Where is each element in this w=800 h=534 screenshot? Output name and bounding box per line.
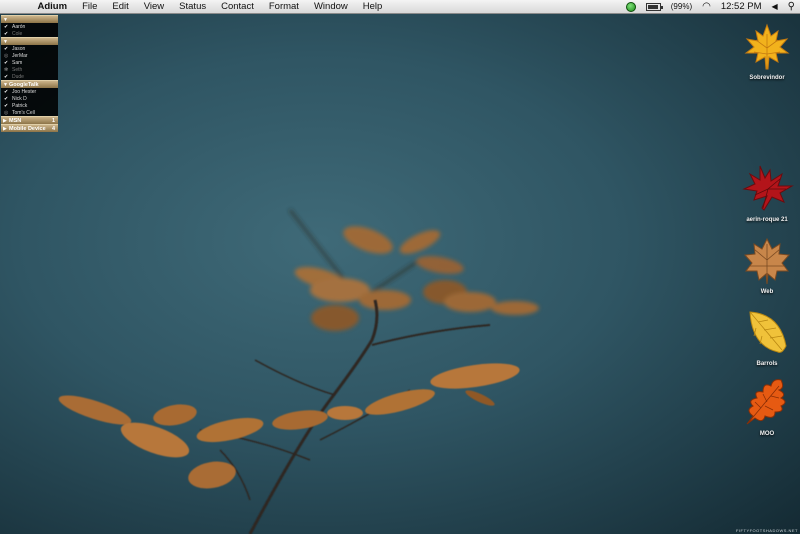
contact-group-header[interactable]: ▼ GoogleTalk — [1, 80, 58, 88]
volume-icon[interactable]: ◀ — [772, 0, 778, 14]
disclosure-triangle-icon[interactable]: ▼ — [3, 39, 9, 45]
group-name: GoogleTalk — [9, 81, 39, 88]
checkmark-icon: ✔ — [4, 73, 9, 80]
yellow-maple-leaf-icon — [744, 23, 790, 70]
menu-file[interactable]: File — [75, 0, 105, 14]
menu-extras: (99%) ◠ 12:52 PM ◀ ⚲ — [621, 0, 800, 14]
contact-name: Aarón — [12, 23, 26, 30]
contact-row[interactable]: ✔ Joo Hester — [1, 88, 58, 95]
contact-row[interactable]: ✔ Aarón — [1, 23, 58, 30]
desktop-icon-moo[interactable]: MOO — [737, 376, 797, 437]
contact-name: Patrick — [12, 102, 28, 109]
contact-row[interactable]: ✻ Seth — [1, 66, 58, 73]
contact-name: Cole — [12, 30, 23, 37]
desktop-icon-label: Sobrevindor — [749, 75, 785, 81]
contact-name: Dude — [12, 73, 24, 80]
contact-row[interactable]: ✔ Nick D — [1, 95, 58, 102]
group-name: MSN — [9, 117, 22, 124]
away-icon: ◎ — [4, 109, 9, 116]
checkmark-icon: ✔ — [4, 102, 9, 109]
contact-row[interactable]: ✔ Sam — [1, 59, 58, 66]
contact-group-header[interactable]: ▼ — [1, 37, 58, 45]
group-name: Mobile Device — [9, 125, 46, 132]
contact-list-window: ▼ ✔ Aarón ✔ Cole ▼ ✔ Jason ◎ JerMar ✔ Sam ✻ Se… — [1, 15, 58, 132]
brown-maple-leaf-icon — [743, 237, 791, 285]
spotlight-icon[interactable]: ⚲ — [788, 0, 795, 14]
wallpaper-branch-image — [58, 209, 539, 534]
orange-oak-leaf-icon — [746, 379, 786, 425]
idle-icon: ✻ — [4, 66, 9, 73]
desktop-icon-label: Web — [760, 289, 774, 295]
contact-group-header[interactable]: ▼ — [1, 15, 58, 23]
contact-row[interactable]: ◎ Tom's Cell — [1, 109, 58, 116]
desktop-icon-label: Barrols — [756, 361, 778, 367]
contact-name: Joo Hester — [12, 88, 37, 95]
adium-status-icon[interactable] — [625, 1, 636, 12]
menu-adium[interactable]: Adium — [30, 0, 75, 14]
battery-icon[interactable] — [645, 2, 663, 11]
desktop-icon-aerin-roque[interactable]: aerin-roque 21 — [737, 162, 797, 223]
menu-edit[interactable]: Edit — [105, 0, 136, 14]
disclosure-triangle-icon[interactable]: ▼ — [3, 17, 9, 23]
menu-bar: Adium File Edit View Status Contact Form… — [0, 0, 800, 14]
contact-name: JerMar — [12, 52, 28, 59]
contact-row[interactable]: ✔ Cole — [1, 30, 58, 37]
checkmark-icon: ✔ — [4, 59, 9, 66]
wallpaper-credit: FIFTYFOOTSHADOWS.NET — [736, 528, 798, 533]
contact-group-header[interactable]: ▶ MSN 1 — [1, 116, 58, 124]
contact-name: Nick D — [12, 95, 27, 102]
contact-name: Seth — [12, 66, 23, 73]
menu-view[interactable]: View — [136, 0, 171, 14]
desktop-icon-web[interactable]: Web — [737, 236, 797, 295]
menu-help[interactable]: Help — [355, 0, 390, 14]
desktop-icon-sobrevindor[interactable]: Sobrevindor — [737, 22, 797, 81]
battery-percentage[interactable]: (99%) — [671, 0, 692, 14]
group-count: 4 — [51, 125, 55, 132]
away-icon: ◎ — [4, 52, 9, 59]
checkmark-icon: ✔ — [4, 30, 9, 37]
menu-clock[interactable]: 12:52 PM — [721, 0, 762, 14]
wifi-icon[interactable]: ◠ — [702, 0, 711, 14]
desktop-icon-label: aerin-roque 21 — [746, 217, 788, 223]
checkmark-icon: ✔ — [4, 88, 9, 95]
contact-row[interactable]: ✔ Patrick — [1, 102, 58, 109]
contact-name: Tom's Cell — [12, 109, 35, 116]
desktop-icon-label: MOO — [759, 431, 775, 437]
yellow-elm-leaf-icon — [749, 311, 787, 353]
group-count: 1 — [51, 117, 55, 124]
checkmark-icon: ✔ — [4, 23, 9, 30]
contact-row[interactable]: ✔ Dude — [1, 73, 58, 80]
menu-contact[interactable]: Contact — [214, 0, 262, 14]
contact-row[interactable]: ◎ JerMar — [1, 52, 58, 59]
checkmark-icon: ✔ — [4, 95, 9, 102]
menu-status[interactable]: Status — [172, 0, 214, 14]
menu-window[interactable]: Window — [306, 0, 355, 14]
desktop-icon-barrols[interactable]: Barrols — [737, 306, 797, 367]
red-maple-leaf-icon — [742, 165, 794, 211]
contact-name: Jason — [12, 45, 26, 52]
menu-format[interactable]: Format — [261, 0, 306, 14]
contact-row[interactable]: ✔ Jason — [1, 45, 58, 52]
contact-group-header[interactable]: ▶ Mobile Device 4 — [1, 124, 58, 132]
checkmark-icon: ✔ — [4, 45, 9, 52]
contact-name: Sam — [12, 59, 23, 66]
